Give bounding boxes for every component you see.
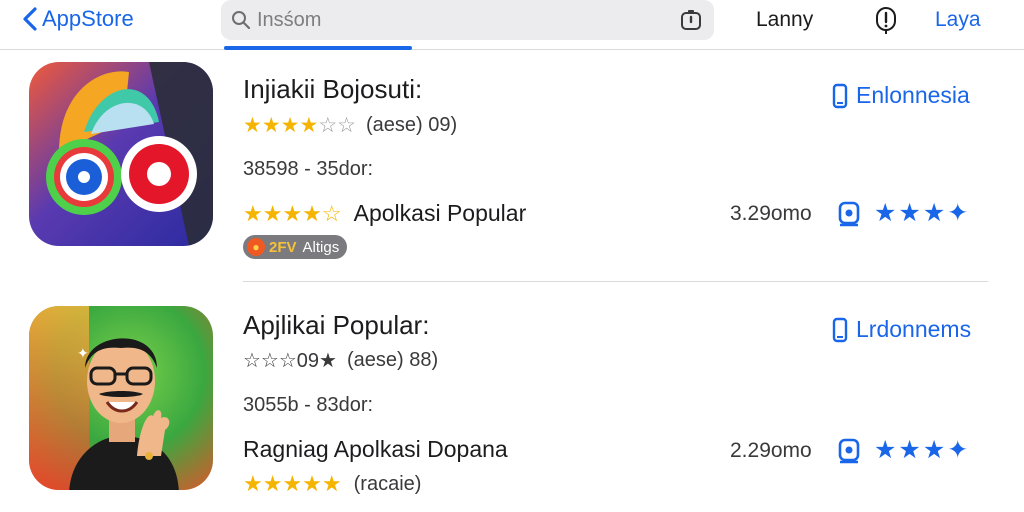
badge-code: 2FV xyxy=(269,238,297,256)
status-badge: ● 2FV Altigs xyxy=(243,235,348,259)
rating-stars: ★★★★☆☆ xyxy=(243,114,356,137)
rating-count: (aese) 88) xyxy=(346,349,439,371)
app-actions: ★★★✦ xyxy=(838,198,970,228)
app-size: 3.29omo xyxy=(730,202,812,225)
flame-icon: ● xyxy=(247,238,265,256)
alert-button[interactable] xyxy=(874,6,898,41)
chevron-left-icon xyxy=(23,7,37,31)
search-bar[interactable] xyxy=(221,0,714,40)
back-button[interactable]: AppStore xyxy=(22,6,134,32)
region-label: Lrdonnems xyxy=(856,316,972,342)
exclamation-icon xyxy=(876,7,896,34)
rating-extra: (racaie) xyxy=(353,472,422,495)
rating-row: ☆☆☆09★ (aese) 88) xyxy=(243,348,438,373)
tagline-stars: ★★★★★ xyxy=(243,471,342,496)
app-title[interactable]: Apjlikai Popular: xyxy=(243,310,429,341)
region-link[interactable]: Lrdonnems xyxy=(832,316,971,343)
rating-count: (aese) 09) xyxy=(365,114,458,136)
search-input[interactable] xyxy=(257,8,677,32)
top-bar: AppStore Lanny Laya xyxy=(0,0,1024,50)
row-divider xyxy=(243,281,988,282)
camera-icon[interactable] xyxy=(680,9,702,31)
app-meta: 38598 - 35dor: xyxy=(243,158,374,180)
app-title[interactable]: Injiakii Bojosuti: xyxy=(243,74,422,105)
colorful-circles-app-icon[interactable] xyxy=(29,62,213,246)
blue-rating-stars[interactable]: ★★★✦ xyxy=(874,198,970,228)
rating-prefix: ☆☆☆09★ xyxy=(243,350,337,372)
back-label: AppStore xyxy=(42,6,134,31)
download-icon[interactable] xyxy=(838,199,860,227)
badge-label: Altigs xyxy=(302,238,340,256)
app-row[interactable]: ✦ Apjlikai Popular: ☆☆☆09★ (aese) 88) 30… xyxy=(0,306,1024,506)
rating-row: ★★★★☆☆ (aese) 09) xyxy=(243,113,457,138)
app-rating-line: ★★★★★ (racaie) xyxy=(243,471,421,497)
app-row[interactable]: Injiakii Bojosuti: ★★★★☆☆ (aese) 09) 385… xyxy=(0,62,1024,280)
man-avatar-app-icon[interactable]: ✦ xyxy=(29,306,213,490)
search-icon xyxy=(232,11,251,30)
search-underline xyxy=(224,46,412,50)
phone-icon xyxy=(832,317,848,342)
app-size: 2.29omo xyxy=(730,439,812,462)
download-icon[interactable] xyxy=(838,436,860,464)
app-actions: ★★★✦ xyxy=(838,435,970,465)
svg-text:✦: ✦ xyxy=(77,346,89,362)
app-tagline-row: ★★★★☆ Apolkasi Popular xyxy=(243,200,526,227)
app-tagline: Apolkasi Popular xyxy=(353,200,527,226)
language-button[interactable]: Lanny xyxy=(756,8,813,32)
app-tagline: Ragniag Apolkasi Dopana xyxy=(243,436,508,462)
region-link[interactable]: Enlonnesia xyxy=(832,82,970,109)
app-meta: 3055b - 83dor: xyxy=(243,394,374,416)
region-label: Enlonnesia xyxy=(856,82,970,108)
blue-rating-stars[interactable]: ★★★✦ xyxy=(874,435,970,465)
tagline-stars: ★★★★☆ xyxy=(243,200,342,226)
top-action-link[interactable]: Laya xyxy=(935,8,981,32)
phone-icon xyxy=(832,83,848,108)
